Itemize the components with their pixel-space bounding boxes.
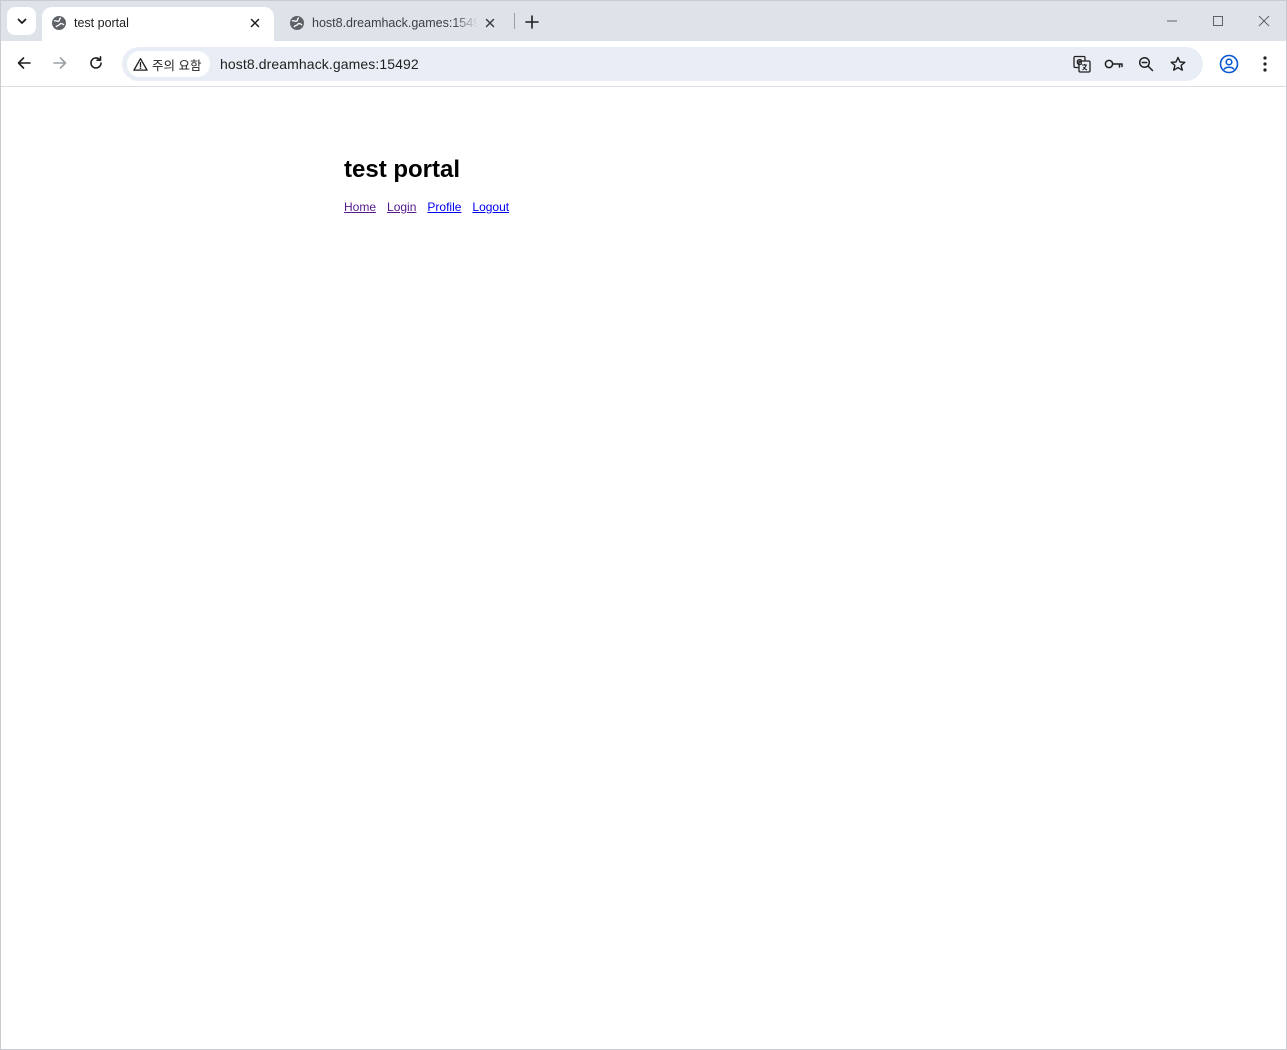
browser-toolbar: 주의 요함 host8.dreamhack.games:15492 G bbox=[1, 41, 1286, 87]
password-button[interactable] bbox=[1102, 52, 1126, 76]
nav-link-home[interactable]: Home bbox=[344, 200, 376, 214]
tab-strip: test portal host8.dreamhack.games:15492 bbox=[1, 1, 1286, 41]
reload-icon bbox=[90, 56, 102, 69]
forward-icon bbox=[53, 57, 67, 69]
nav-link-profile[interactable]: Profile bbox=[427, 200, 461, 214]
minimize-button[interactable] bbox=[1149, 1, 1195, 41]
nav-link-login[interactable]: Login bbox=[387, 200, 416, 214]
profile-icon bbox=[1219, 54, 1239, 74]
close-icon bbox=[1258, 15, 1270, 27]
minimize-icon bbox=[1167, 20, 1177, 22]
tab-host8[interactable]: host8.dreamhack.games:15492 bbox=[277, 7, 509, 41]
close-tab-icon[interactable] bbox=[481, 14, 499, 32]
close-tab-icon[interactable] bbox=[246, 14, 264, 32]
browser-window: test portal host8.dreamhack.games:15492 bbox=[0, 0, 1287, 1050]
nav-link-logout[interactable]: Logout bbox=[472, 200, 509, 214]
close-window-button[interactable] bbox=[1241, 1, 1286, 41]
globe-icon bbox=[290, 16, 304, 30]
page-title: test portal bbox=[344, 156, 461, 183]
address-bar[interactable]: 주의 요함 host8.dreamhack.games:15492 G bbox=[122, 47, 1203, 81]
reload-button[interactable] bbox=[81, 48, 111, 78]
tab-test-portal[interactable]: test portal bbox=[42, 7, 274, 41]
forward-button[interactable] bbox=[45, 48, 75, 78]
zoom-icon bbox=[1138, 56, 1154, 72]
tab-search-button[interactable] bbox=[7, 7, 36, 35]
translate-button[interactable]: G bbox=[1070, 52, 1094, 76]
security-warning-chip[interactable]: 주의 요함 bbox=[127, 51, 210, 77]
maximize-button[interactable] bbox=[1195, 1, 1241, 41]
nav-links: Home Login Profile Logout bbox=[344, 200, 520, 214]
globe-icon bbox=[52, 16, 66, 30]
key-icon bbox=[1104, 59, 1123, 69]
tab-separator bbox=[514, 13, 515, 29]
chevron-down-icon bbox=[17, 18, 26, 24]
profile-button[interactable] bbox=[1216, 51, 1242, 77]
tab-title: test portal bbox=[74, 16, 129, 30]
menu-button[interactable] bbox=[1255, 51, 1275, 77]
security-chip-label: 주의 요함 bbox=[152, 58, 202, 73]
tab-title: host8.dreamhack.games:15492 bbox=[312, 16, 478, 30]
page-content: test portal Home Login Profile Logout bbox=[1, 88, 1286, 1049]
new-tab-button[interactable] bbox=[521, 11, 543, 33]
url-text[interactable]: host8.dreamhack.games:15492 bbox=[220, 56, 419, 72]
svg-text:G: G bbox=[1076, 58, 1082, 67]
translate-icon: G bbox=[1073, 55, 1091, 73]
zoom-button[interactable] bbox=[1134, 52, 1158, 76]
plus-icon bbox=[525, 15, 539, 29]
star-icon bbox=[1170, 56, 1186, 71]
maximize-icon bbox=[1213, 16, 1223, 26]
back-icon bbox=[17, 57, 31, 69]
back-button[interactable] bbox=[9, 48, 39, 78]
warning-icon bbox=[133, 57, 148, 71]
menu-icon bbox=[1263, 56, 1267, 72]
bookmark-button[interactable] bbox=[1166, 52, 1190, 76]
